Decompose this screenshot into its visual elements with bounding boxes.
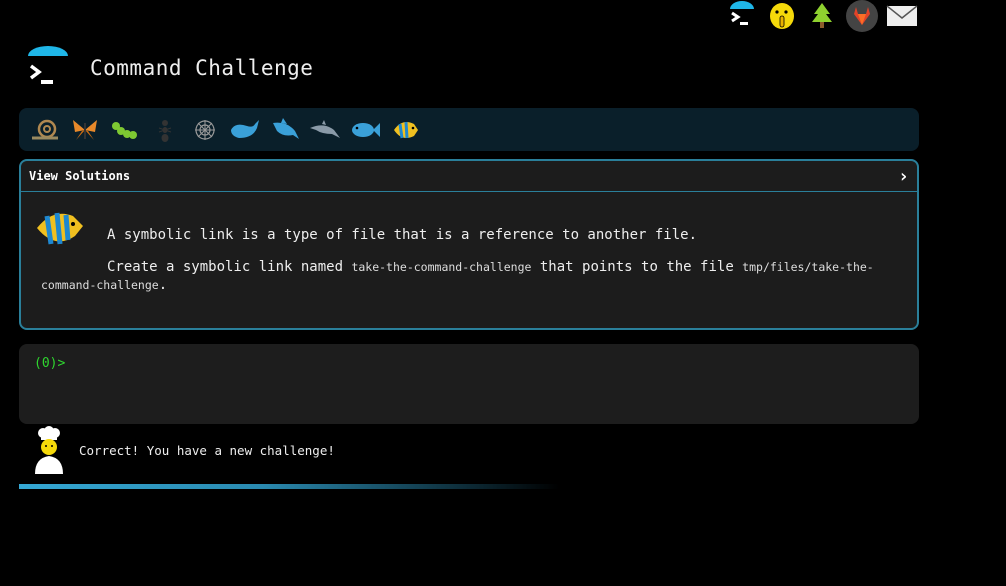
- terminal-input-area[interactable]: (0)>: [19, 344, 919, 424]
- feedback-message: Correct! You have a new challenge!: [79, 442, 335, 458]
- chevron-right-icon: ›: [898, 165, 909, 187]
- terminal-icon[interactable]: [726, 0, 758, 32]
- challenge-intro: A symbolic link is a type of file that i…: [107, 227, 698, 243]
- tree-icon[interactable]: [806, 0, 838, 32]
- view-solutions-label: View Solutions: [29, 169, 131, 183]
- page-header: Command Challenge: [24, 44, 313, 92]
- feedback-row: Correct! You have a new challenge!: [30, 426, 335, 474]
- whale-icon[interactable]: [227, 112, 263, 148]
- task-suffix: .: [158, 277, 168, 293]
- level-selector: [19, 108, 919, 151]
- challenge-task: Create a symbolic link named take-the-co…: [41, 258, 897, 294]
- top-icon-bar: [726, 0, 918, 32]
- ant-icon[interactable]: [147, 112, 183, 148]
- challenge-description: A symbolic link is a type of file that i…: [21, 192, 917, 294]
- spider-web-icon[interactable]: [187, 112, 223, 148]
- fish-icon[interactable]: [347, 112, 383, 148]
- view-solutions-toggle[interactable]: View Solutions ›: [21, 161, 917, 192]
- snail-icon[interactable]: [27, 112, 63, 148]
- chef-icon: [30, 426, 68, 474]
- butterfly-icon[interactable]: [67, 112, 103, 148]
- terminal-prompt: (0)>: [34, 356, 66, 371]
- shushing-face-icon[interactable]: [766, 0, 798, 32]
- progress-bar: [19, 484, 559, 489]
- terminal-logo-icon: [24, 44, 72, 92]
- tropical-fish-icon: [33, 206, 85, 252]
- task-middle: that points to the file: [531, 259, 743, 275]
- envelope-icon[interactable]: [886, 0, 918, 32]
- tropical-fish-icon[interactable]: [387, 112, 423, 148]
- dolphin-icon[interactable]: [307, 112, 343, 148]
- gitlab-icon[interactable]: [846, 0, 878, 32]
- challenge-panel: View Solutions › A symbolic link is a ty…: [19, 159, 919, 330]
- shark-icon[interactable]: [267, 112, 303, 148]
- caterpillar-icon[interactable]: [107, 112, 143, 148]
- link-name-code: take-the-command-challenge: [351, 260, 532, 274]
- page-title: Command Challenge: [90, 56, 314, 80]
- task-prefix: Create a symbolic link named: [107, 259, 352, 275]
